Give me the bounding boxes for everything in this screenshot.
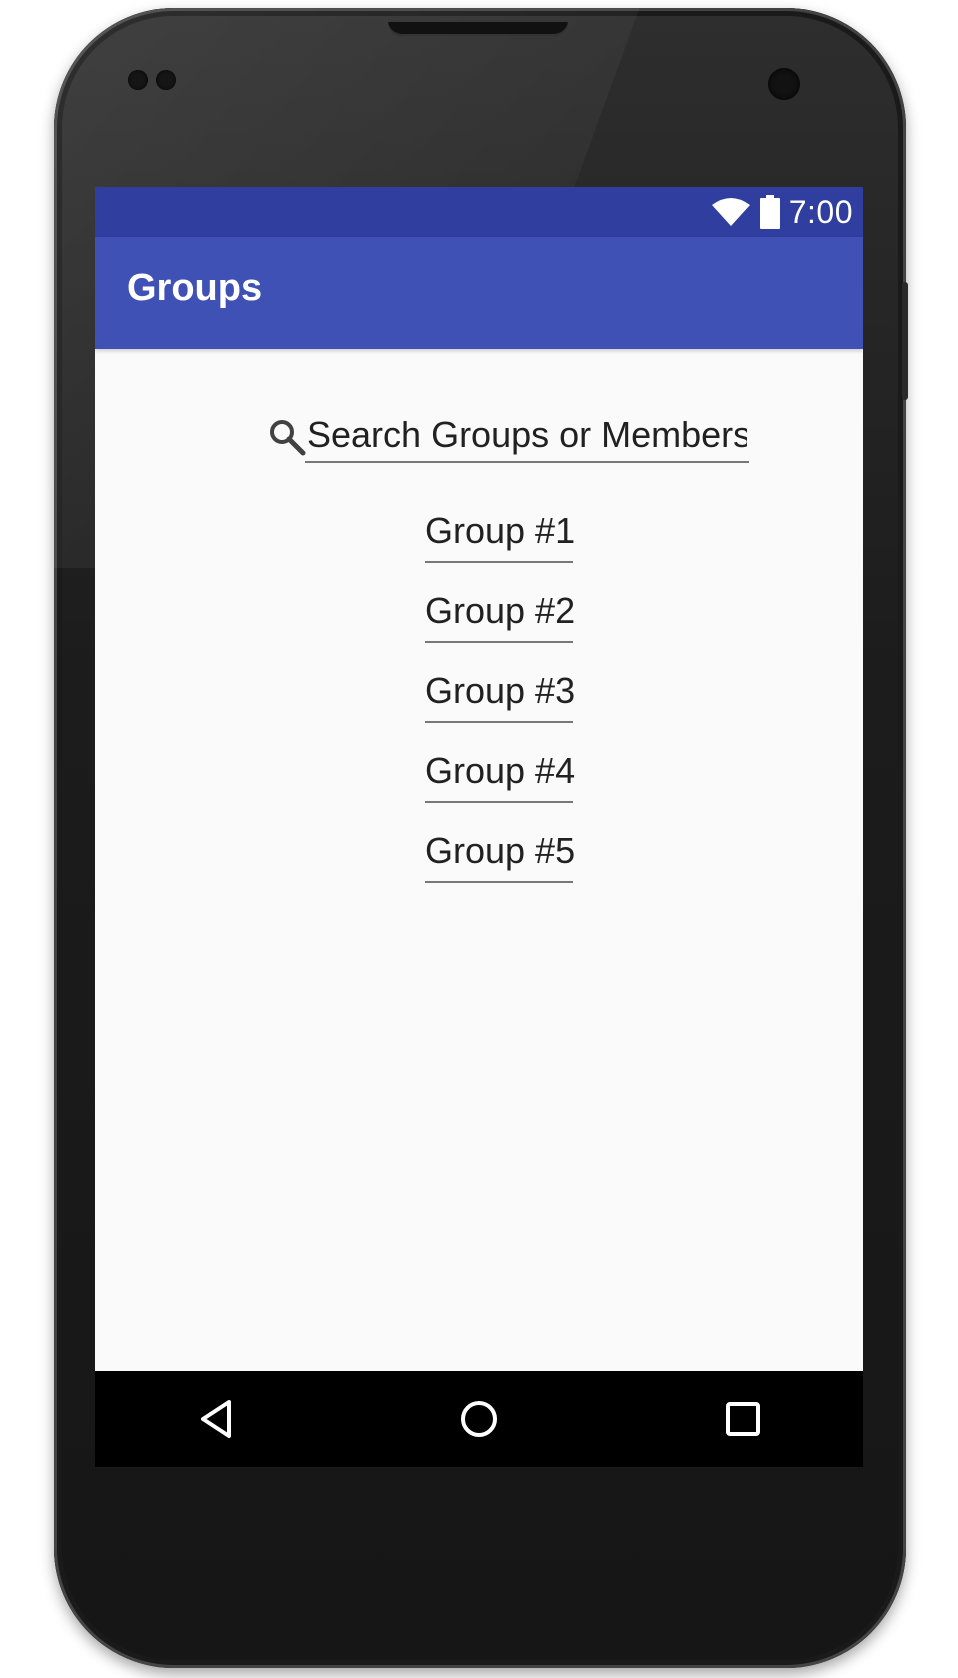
wifi-icon bbox=[711, 198, 750, 226]
earpiece-speaker bbox=[388, 22, 568, 36]
group-item[interactable]: Group #3 bbox=[425, 667, 575, 723]
group-item[interactable]: Group #4 bbox=[425, 747, 575, 803]
light-sensor bbox=[156, 70, 176, 90]
status-time: 7:00 bbox=[788, 193, 853, 230]
search-input[interactable] bbox=[305, 409, 749, 463]
app-bar: Groups bbox=[95, 237, 863, 349]
status-icons: 7:00 bbox=[711, 187, 853, 237]
navigation-bar bbox=[95, 1371, 863, 1467]
recents-icon[interactable] bbox=[719, 1395, 767, 1443]
battery-icon bbox=[759, 195, 780, 229]
search-row bbox=[267, 409, 749, 469]
status-bar: 7:00 bbox=[95, 187, 863, 237]
group-item[interactable]: Group #1 bbox=[425, 507, 575, 563]
proximity-sensor bbox=[128, 70, 148, 90]
back-icon[interactable] bbox=[193, 1395, 241, 1443]
search-icon bbox=[270, 420, 306, 456]
app-title: Groups bbox=[127, 267, 263, 309]
front-camera bbox=[768, 68, 800, 100]
power-button bbox=[902, 282, 908, 400]
screen: 7:00 Groups Group #1 Group #2 Group #3 G… bbox=[95, 187, 863, 1467]
home-icon[interactable] bbox=[455, 1395, 503, 1443]
group-item[interactable]: Group #2 bbox=[425, 587, 575, 643]
group-item[interactable]: Group #5 bbox=[425, 827, 575, 883]
